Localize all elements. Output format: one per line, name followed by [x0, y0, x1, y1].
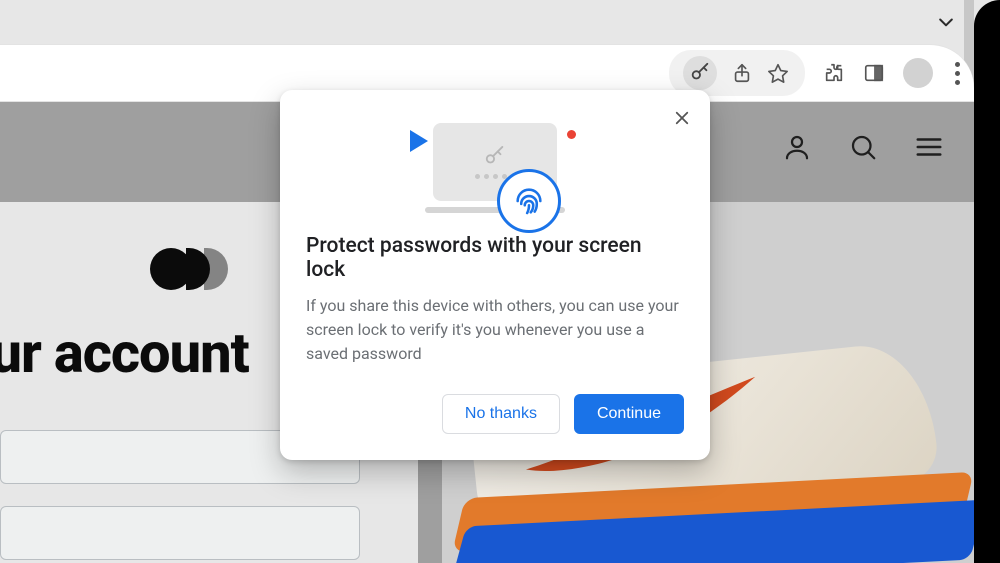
extensions-icon[interactable] — [823, 62, 845, 84]
kebab-menu-icon[interactable] — [951, 62, 964, 85]
key-icon[interactable] — [683, 56, 717, 90]
share-icon[interactable] — [731, 62, 753, 84]
popup-illustration — [306, 108, 684, 228]
side-panel-icon[interactable] — [863, 62, 885, 84]
star-icon[interactable] — [767, 62, 789, 84]
red-dot-icon — [567, 130, 576, 139]
popup-body: If you share this device with others, yo… — [306, 294, 684, 366]
popup-title: Protect passwords with your screen lock — [306, 234, 684, 282]
fingerprint-icon — [497, 169, 561, 233]
profile-avatar[interactable] — [903, 58, 933, 88]
continue-button[interactable]: Continue — [574, 394, 684, 434]
screen-lock-popup: Protect passwords with your screen lock … — [280, 90, 710, 460]
no-thanks-button[interactable]: No thanks — [442, 394, 560, 434]
key-icon — [478, 146, 512, 168]
chevron-down-icon[interactable] — [932, 12, 960, 36]
device-bezel — [974, 0, 1000, 563]
